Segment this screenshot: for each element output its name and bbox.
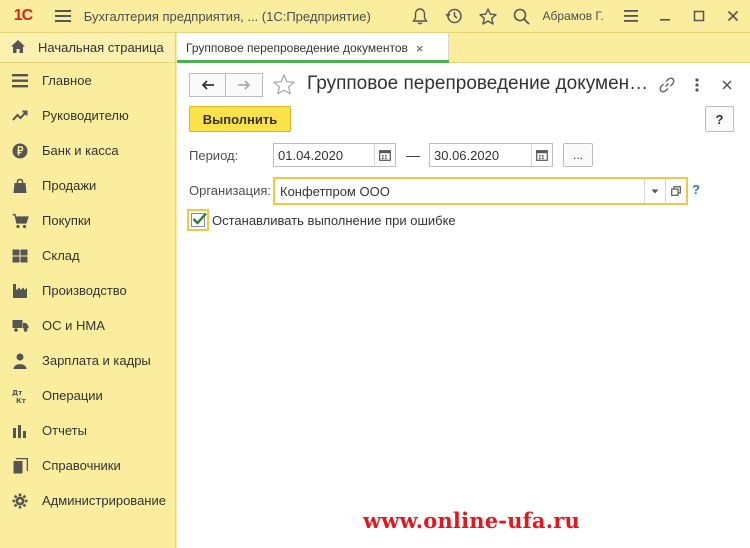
open-item-icon[interactable] <box>665 179 686 203</box>
watermark-text: www.online-ufa.ru <box>363 508 580 533</box>
sidebar-item-main[interactable]: Главное <box>0 63 175 98</box>
organization-value: Конфетпром ООО <box>280 183 390 199</box>
app-logo[interactable]: 1С <box>0 0 46 33</box>
books-icon <box>10 456 30 476</box>
period-choose-button[interactable]: ... <box>563 143 593 167</box>
sidebar-item-fixed-assets[interactable]: ОС и НМА <box>0 308 175 343</box>
more-actions-icon[interactable] <box>687 75 707 95</box>
arrow-right-icon <box>237 78 251 93</box>
date-from-value: 01.04.2020 <box>278 147 344 163</box>
sidebar-item-warehouse[interactable]: Склад <box>0 238 175 273</box>
history-icon[interactable] <box>437 0 471 33</box>
sidebar-item-label: Главное <box>42 73 92 88</box>
sidebar-item-salary[interactable]: Зарплата и кадры <box>0 343 175 378</box>
organization-field[interactable]: Конфетпром ООО <box>273 177 688 205</box>
close-icon[interactable] <box>716 0 750 33</box>
truck-icon <box>10 316 30 336</box>
sidebar-item-label: Отчеты <box>42 423 87 438</box>
star-icon[interactable] <box>471 0 505 33</box>
date-to-field[interactable]: 30.06.2020 <box>429 143 553 167</box>
checkbox-box <box>191 212 207 227</box>
form-close-icon[interactable] <box>717 75 737 95</box>
sidebar-item-label: Администрирование <box>42 493 166 508</box>
trend-icon <box>10 106 30 126</box>
sidebar-item-administration[interactable]: Администрирование <box>0 483 175 518</box>
list-icon <box>10 71 30 91</box>
person-icon <box>10 351 30 371</box>
sidebar-item-bank[interactable]: Банк и касса <box>0 133 175 168</box>
svg-text:Кт: Кт <box>16 397 27 404</box>
date-from-field[interactable]: 01.04.2020 <box>273 143 396 167</box>
dt-kt-icon: Дт Кт <box>10 386 30 406</box>
form-area: Групповое перепроведение докумен… Выполн… <box>177 63 750 548</box>
calendar-icon[interactable] <box>374 144 395 166</box>
sidebar-item-label: ОС и НМА <box>42 318 105 333</box>
svg-text:Дт: Дт <box>12 389 23 397</box>
bag-icon <box>10 176 30 196</box>
sidebar-item-label: Банк и касса <box>42 143 119 158</box>
back-button[interactable] <box>189 73 226 97</box>
tab-label: Групповое перепроведение документов <box>186 41 408 55</box>
gear-icon <box>10 491 30 511</box>
window-title: Бухгалтерия предприятия, ... (1С:Предпри… <box>83 8 371 24</box>
menu-icon[interactable] <box>46 0 80 33</box>
checkmark-icon <box>192 212 207 225</box>
sidebar-item-label: Склад <box>42 248 80 263</box>
help-button[interactable]: ? <box>705 106 734 132</box>
title-bar: 1С Бухгалтерия предприятия, ... (1С:Пред… <box>0 0 750 33</box>
sidebar-item-label: Зарплата и кадры <box>42 353 151 368</box>
sidebar-item-label: Покупки <box>42 213 91 228</box>
period-dash: — <box>406 147 420 163</box>
calendar-icon[interactable] <box>531 144 552 166</box>
maximize-icon[interactable] <box>682 0 716 33</box>
current-user[interactable]: Абрамов Г. <box>543 9 615 23</box>
tab-close-icon[interactable]: × <box>416 41 424 56</box>
forward-button[interactable] <box>226 73 263 97</box>
warehouse-icon <box>10 246 30 266</box>
factory-icon <box>10 281 30 301</box>
sidebar-item-sales[interactable]: Продажи <box>0 168 175 203</box>
sidebar-item-label: Справочники <box>42 458 121 473</box>
dropdown-icon[interactable] <box>644 179 665 203</box>
sidebar-item-label: Продажи <box>42 178 97 193</box>
sidebar-item-manager[interactable]: Руководителю <box>0 98 175 133</box>
sidebar-item-directories[interactable]: Справочники <box>0 448 175 483</box>
stop-on-error-checkbox[interactable] <box>187 209 209 231</box>
search-icon[interactable] <box>505 0 539 33</box>
sidebar-item-reports[interactable]: Отчеты <box>0 413 175 448</box>
sidebar-item-label: Производство <box>42 283 127 298</box>
home-page-label: Начальная страница <box>38 40 164 55</box>
organization-label: Организация: <box>189 183 272 198</box>
cart-icon <box>10 211 30 231</box>
sections-panel: Начальная страница Главное Руководителю … <box>0 33 176 548</box>
form-title: Групповое перепроведение докумен… <box>307 73 649 94</box>
sidebar-item-label: Операции <box>42 388 103 403</box>
bell-icon[interactable] <box>403 0 437 33</box>
favorite-star-icon[interactable] <box>273 74 295 98</box>
bar-chart-icon <box>10 421 30 441</box>
run-button[interactable]: Выполнить <box>189 106 291 132</box>
link-icon[interactable] <box>657 75 677 95</box>
stop-on-error-label: Останавливать выполнение при ошибке <box>212 213 456 228</box>
sidebar-item-purchases[interactable]: Покупки <box>0 203 175 238</box>
open-tabs-bar: Групповое перепроведение документов × <box>177 33 750 63</box>
minimize-icon[interactable] <box>648 0 682 33</box>
sidebar-item-label: Руководителю <box>42 108 129 123</box>
settings-icon[interactable] <box>614 0 648 33</box>
arrow-left-icon <box>201 78 215 93</box>
date-to-value: 30.06.2020 <box>434 147 500 163</box>
tab-group-reposting[interactable]: Групповое перепроведение документов × <box>177 33 449 63</box>
sidebar-item-production[interactable]: Производство <box>0 273 175 308</box>
sidebar-item-operations[interactable]: Дт Кт Операции <box>0 378 175 413</box>
ruble-icon <box>10 141 30 161</box>
home-page-link[interactable]: Начальная страница <box>0 33 175 63</box>
organization-help-icon[interactable]: ? <box>692 182 700 197</box>
nav-buttons <box>189 73 264 97</box>
period-label: Период: <box>189 148 239 163</box>
home-icon <box>10 39 26 57</box>
